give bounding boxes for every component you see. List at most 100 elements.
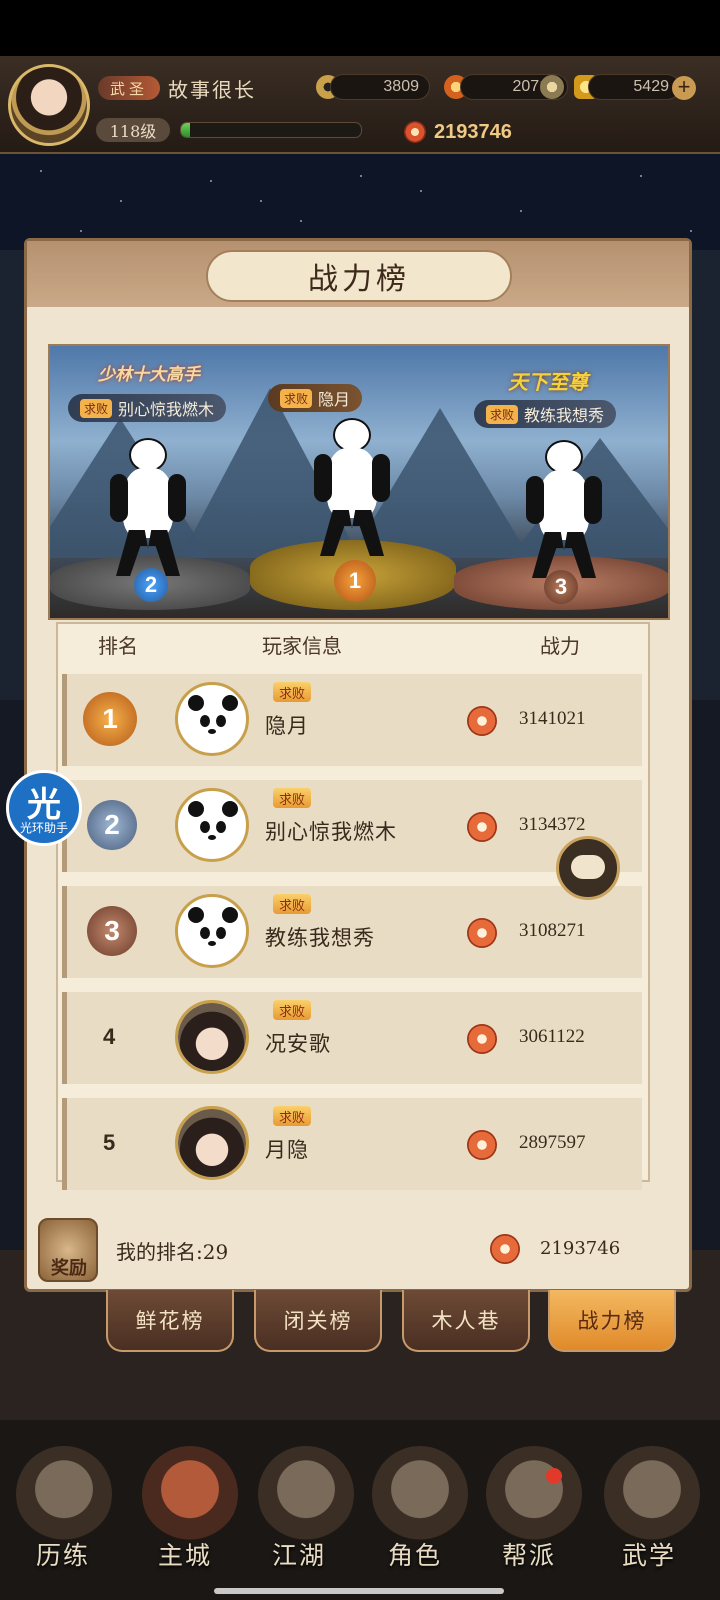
podium-name-first: 隐月 [318,390,351,409]
star [690,230,692,232]
header-player-info: 玩家信息 [262,634,342,658]
tab-wooden-alley[interactable]: 木人巷 [402,1290,530,1352]
rank-number: 4 [103,1024,116,1049]
podium-tag-second: 求败 [80,398,113,418]
star [40,170,42,172]
panel-title: 战力榜 [206,250,512,302]
nav-label-martial-arts[interactable]: 武学 [622,1536,676,1572]
top-power-value: 2193746 [434,120,512,143]
notification-dot [546,1468,562,1484]
chat-bubble-icon [571,855,605,879]
table-row[interactable]: 3 求败 教练我想秀 3108271 [62,886,642,978]
panda-figure-first[interactable] [314,418,390,558]
podium-title-left: 少林十大高手 [98,365,200,385]
star [210,180,212,182]
power-gem-icon [467,1024,497,1054]
podium-rank-badge-third: 3 [544,570,578,604]
copper-amount: 3809 [330,74,430,100]
power-gem-icon [467,812,497,842]
status-badge: 求败 [273,1106,312,1126]
player-title-badge: 武圣 [98,76,160,100]
player-power: 3134372 [519,814,586,835]
assistant-label: 光环助手 [19,821,68,835]
status-badge: 求败 [273,788,312,808]
podium-name-third: 教练我想秀 [524,406,605,425]
table-row[interactable]: 5 求败 月隐 2897597 [62,1098,642,1190]
tab-seclusion-rank[interactable]: 闭关榜 [254,1290,382,1352]
assistant-float-button[interactable]: 光 光环助手 [6,770,82,846]
header-rank: 排名 [98,634,138,658]
nav-label-training[interactable]: 历练 [36,1536,90,1572]
panda-figure-second[interactable] [110,438,186,578]
player-name: 况安歌 [265,1032,331,1056]
player-name: 故事很长 [168,78,256,102]
rank-medal-gold: 1 [83,692,137,746]
podium-rank-badge-second: 2 [134,568,168,602]
player-power: 3108271 [519,920,586,941]
nav-jianghu-icon[interactable] [258,1446,354,1542]
player-avatar-human[interactable] [175,1000,249,1074]
status-badge: 求败 [273,894,312,914]
nav-sect-icon[interactable] [486,1446,582,1542]
nav-label-character[interactable]: 角色 [388,1536,442,1572]
player-power: 2897597 [519,1132,586,1153]
table-row[interactable]: 4 求败 况安歌 3061122 [62,992,642,1084]
power-gem-icon [467,706,497,736]
home-indicator[interactable] [214,1588,504,1594]
star [260,200,262,202]
power-gem-icon [404,121,426,143]
podium-rank-badge-first: 1 [334,560,376,602]
rank-medal-bronze: 3 [87,906,137,956]
player-level: 118级 [96,118,170,142]
star [420,190,422,192]
tab-flower-rank[interactable]: 鲜花榜 [106,1290,234,1352]
player-name: 教练我想秀 [265,926,375,950]
table-row[interactable]: 2 求败 别心惊我燃木 3134372 [62,780,642,872]
podium-name-second: 别心惊我燃木 [118,400,215,419]
player-avatar-human[interactable] [175,1106,249,1180]
podium-tag-first: 求败 [280,388,313,408]
player-avatar[interactable] [8,64,90,146]
nav-martial-arts-icon[interactable] [604,1446,700,1542]
star [640,175,642,177]
gold-amount: 5429 [588,74,680,100]
nav-label-main-city[interactable]: 主城 [158,1536,212,1572]
podium-nameplate-first: 求败 隐月 [268,384,363,412]
silver-pouch-icon [540,75,564,99]
panda-figure-third[interactable] [526,440,602,580]
table-row[interactable]: 1 求败 隐月 3141021 [62,674,642,766]
star [80,230,82,232]
header-power: 战力 [540,634,580,658]
my-power: 2193746 [540,1238,621,1259]
player-name: 月隐 [265,1138,309,1162]
nav-label-jianghu[interactable]: 江湖 [272,1536,326,1572]
podium-nameplate-second: 求败 别心惊我燃木 [68,394,227,422]
star [520,210,522,212]
nav-main-city-icon[interactable] [142,1446,238,1542]
nav-training-icon[interactable] [16,1446,112,1542]
star [300,220,302,222]
reward-label[interactable]: 奖励 [40,1254,98,1280]
nav-character-icon[interactable] [372,1446,468,1542]
tab-power-rank[interactable]: 战力榜 [548,1290,676,1352]
nav-label-sect[interactable]: 帮派 [502,1536,556,1572]
star [120,200,122,202]
player-power: 3061122 [519,1026,585,1047]
player-avatar-panda[interactable] [175,682,249,756]
rank-number: 5 [103,1130,116,1155]
power-gem-icon [467,1130,497,1160]
player-avatar-panda[interactable] [175,788,249,862]
chat-button[interactable] [556,836,620,900]
exp-bar-fill [181,123,190,137]
player-name: 隐月 [265,714,309,738]
my-rank: 我的排名:29 [116,1240,229,1264]
power-gem-icon [467,918,497,948]
add-currency-icon[interactable]: + [672,76,696,100]
podium-tag-third: 求败 [486,404,519,424]
player-name: 别心惊我燃木 [265,820,397,844]
player-avatar-panda[interactable] [175,894,249,968]
status-badge: 求败 [273,682,312,702]
status-badge: 求败 [273,1000,312,1020]
player-power: 3141021 [519,708,586,729]
top-power: 2193746 [404,118,512,146]
